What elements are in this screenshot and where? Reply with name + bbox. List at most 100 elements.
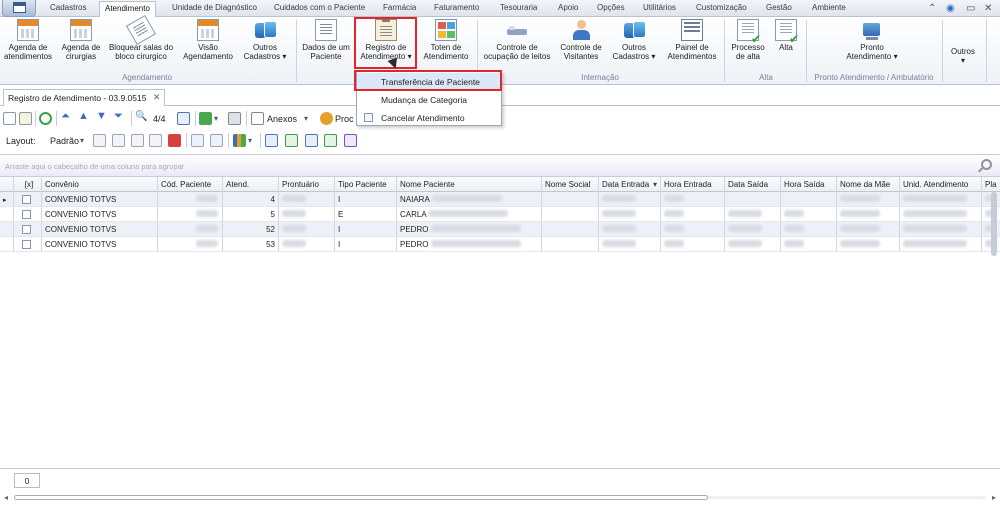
column-header-data-saida[interactable]: Data Saída (725, 177, 781, 192)
menu-ambiente[interactable]: Ambiente (812, 3, 846, 16)
group-by-panel[interactable]: Arraste aqui o cabeçalho de uma coluna p… (0, 154, 1000, 177)
anexos-button[interactable]: Anexos (267, 114, 297, 124)
find-icon[interactable]: 🔍 (135, 111, 148, 124)
pronto-atendimento-button[interactable]: Pronto Atendimento ▾ (836, 19, 908, 71)
columns-icon[interactable] (149, 134, 162, 147)
application-menu-button[interactable] (2, 0, 36, 17)
help-icon[interactable]: ◉ (946, 3, 955, 14)
vertical-scroll-thumb[interactable] (991, 192, 997, 256)
tab-registro-atendimento[interactable]: Registro de Atendimento - 03.9.0515 ✕ (3, 89, 166, 106)
horizontal-scroll-thumb[interactable] (14, 495, 708, 500)
menu-item-mudanca-categoria[interactable]: Mudança de Categoria (357, 91, 501, 108)
vertical-scrollbar[interactable] (989, 192, 999, 256)
toten-atendimento-button[interactable]: Toten de Atendimento (419, 19, 473, 71)
controle-visitantes-button[interactable]: Controle de Visitantes (556, 19, 606, 71)
scroll-left-icon[interactable]: ◂ (4, 493, 8, 502)
new-record-icon[interactable] (3, 112, 16, 125)
sort-icon[interactable] (210, 134, 223, 147)
collapse-ribbon-icon[interactable]: ⌃ (928, 3, 936, 14)
column-header-atend[interactable]: Atend. (223, 177, 279, 192)
agenda-cirurgias-button[interactable]: Agenda de cirurgias (58, 19, 104, 71)
copy-layout-icon[interactable] (131, 134, 144, 147)
table-row[interactable]: CONVENIO TOTVS 5 E CARLA (0, 207, 1000, 222)
row-select-checkbox[interactable] (22, 195, 31, 204)
menu-faturamento[interactable]: Faturamento (434, 3, 479, 16)
view-4-icon[interactable] (324, 134, 337, 147)
column-header-unid-atendimento[interactable]: Unid. Atendimento (900, 177, 982, 192)
column-header-nome-mae[interactable]: Nome da Mãe (837, 177, 900, 192)
alta-button[interactable]: Alta (772, 19, 800, 71)
column-header-cod-paciente[interactable]: Cód. Paciente (158, 177, 223, 192)
column-header-hora-saida[interactable]: Hora Saída (781, 177, 837, 192)
print-icon[interactable] (228, 112, 241, 125)
load-layout-icon[interactable] (112, 134, 125, 147)
save-layout-icon[interactable] (93, 134, 106, 147)
export-dropdown-icon[interactable]: ▾ (214, 114, 222, 127)
column-header-convenio[interactable]: Convênio (42, 177, 158, 192)
visao-agendamento-button[interactable]: Visão Agendamento (180, 19, 236, 71)
view-2-icon[interactable] (285, 134, 298, 147)
menu-gestao[interactable]: Gestão (766, 3, 792, 16)
column-header-plano[interactable]: Pla (982, 177, 1000, 192)
menu-utilitarios[interactable]: Utilitários (643, 3, 676, 16)
menu-cadastros[interactable]: Cadastros (50, 3, 86, 16)
close-tab-icon[interactable]: ✕ (153, 92, 161, 103)
menu-customizacao[interactable]: Customização (696, 3, 747, 16)
grid-view-icon[interactable] (177, 112, 190, 125)
export-icon[interactable] (199, 112, 212, 125)
menu-cuidados-paciente[interactable]: Cuidados com o Paciente (274, 3, 365, 16)
scroll-right-icon[interactable]: ▸ (992, 493, 996, 502)
column-header-nome-social[interactable]: Nome Social (542, 177, 599, 192)
row-select-checkbox[interactable] (22, 225, 31, 234)
previous-record-icon[interactable]: ▲ (78, 110, 91, 123)
layout-dropdown-icon[interactable]: ▾ (80, 136, 88, 149)
dados-paciente-button[interactable]: Dados de um Paciente (299, 19, 353, 71)
close-icon[interactable]: ✕ (984, 3, 992, 14)
refresh-icon[interactable] (39, 112, 52, 125)
menu-item-cancelar-atendimento[interactable]: Cancelar Atendimento (357, 109, 501, 126)
row-select-checkbox[interactable] (22, 210, 31, 219)
last-record-icon[interactable]: ⏷ (114, 110, 127, 123)
first-record-icon[interactable]: ⏶ (61, 110, 74, 123)
view-3-icon[interactable] (305, 134, 318, 147)
horizontal-scrollbar[interactable]: ◂ ▸ (4, 493, 996, 502)
menu-atendimento[interactable]: Atendimento (99, 1, 156, 18)
bloquear-salas-button[interactable]: Bloquear salas do bloco cirurgico (106, 14, 176, 71)
view-1-icon[interactable] (265, 134, 278, 147)
menu-opcoes[interactable]: Opções (597, 3, 625, 16)
controle-ocupacao-button[interactable]: Controle de ocupação de leitos (481, 19, 553, 71)
restore-icon[interactable]: ▭ (966, 3, 975, 14)
outros-button[interactable]: Outros ▾ (946, 19, 980, 71)
painel-atendimentos-button[interactable]: Painel de Atendimentos (664, 19, 720, 71)
chart-icon[interactable] (233, 134, 246, 147)
processos-button[interactable]: Proc (335, 114, 354, 124)
column-header-prontuario[interactable]: Prontuário (279, 177, 335, 192)
agenda-atendimentos-button[interactable]: Agenda de atendimentos (2, 19, 54, 71)
process-icon[interactable] (320, 112, 333, 125)
table-row[interactable]: CONVENIO TOTVS 52 I PEDRO (0, 222, 1000, 237)
column-header-select[interactable]: [x] (14, 177, 42, 192)
menu-farmacia[interactable]: Farmácia (383, 3, 416, 16)
menu-tesouraria[interactable]: Tesouraria (500, 3, 537, 16)
report-icon[interactable] (344, 134, 357, 147)
column-header-tipo-paciente[interactable]: Tipo Paciente (335, 177, 397, 192)
table-row[interactable]: ▸ CONVENIO TOTVS 4 I NAIARA (0, 192, 1000, 207)
edit-record-icon[interactable] (19, 112, 32, 125)
column-header-hora-entrada[interactable]: Hora Entrada (661, 177, 725, 192)
processo-alta-button[interactable]: Processo de alta (728, 19, 768, 71)
row-select-checkbox[interactable] (22, 240, 31, 249)
attachment-icon[interactable] (251, 112, 264, 125)
column-header-nome-paciente[interactable]: Nome Paciente (397, 177, 542, 192)
table-row[interactable]: CONVENIO TOTVS 53 I PEDRO (0, 237, 1000, 252)
chart-dropdown-icon[interactable]: ▾ (248, 136, 256, 149)
outros-cadastros-button-1[interactable]: Outros Cadastros ▾ (238, 19, 292, 71)
next-record-icon[interactable]: ▼ (96, 110, 109, 123)
delete-layout-icon[interactable] (168, 134, 181, 147)
anexos-dropdown-icon[interactable]: ▾ (304, 114, 312, 127)
search-icon[interactable] (981, 159, 992, 170)
filter-icon[interactable] (191, 134, 204, 147)
menu-unidade-diagnostico[interactable]: Unidade de Diagnóstico (172, 3, 257, 16)
menu-apoio[interactable]: Apoio (558, 3, 578, 16)
outros-cadastros-button-2[interactable]: Outros Cadastros ▾ (608, 19, 660, 71)
layout-select[interactable]: Padrão (50, 136, 79, 146)
